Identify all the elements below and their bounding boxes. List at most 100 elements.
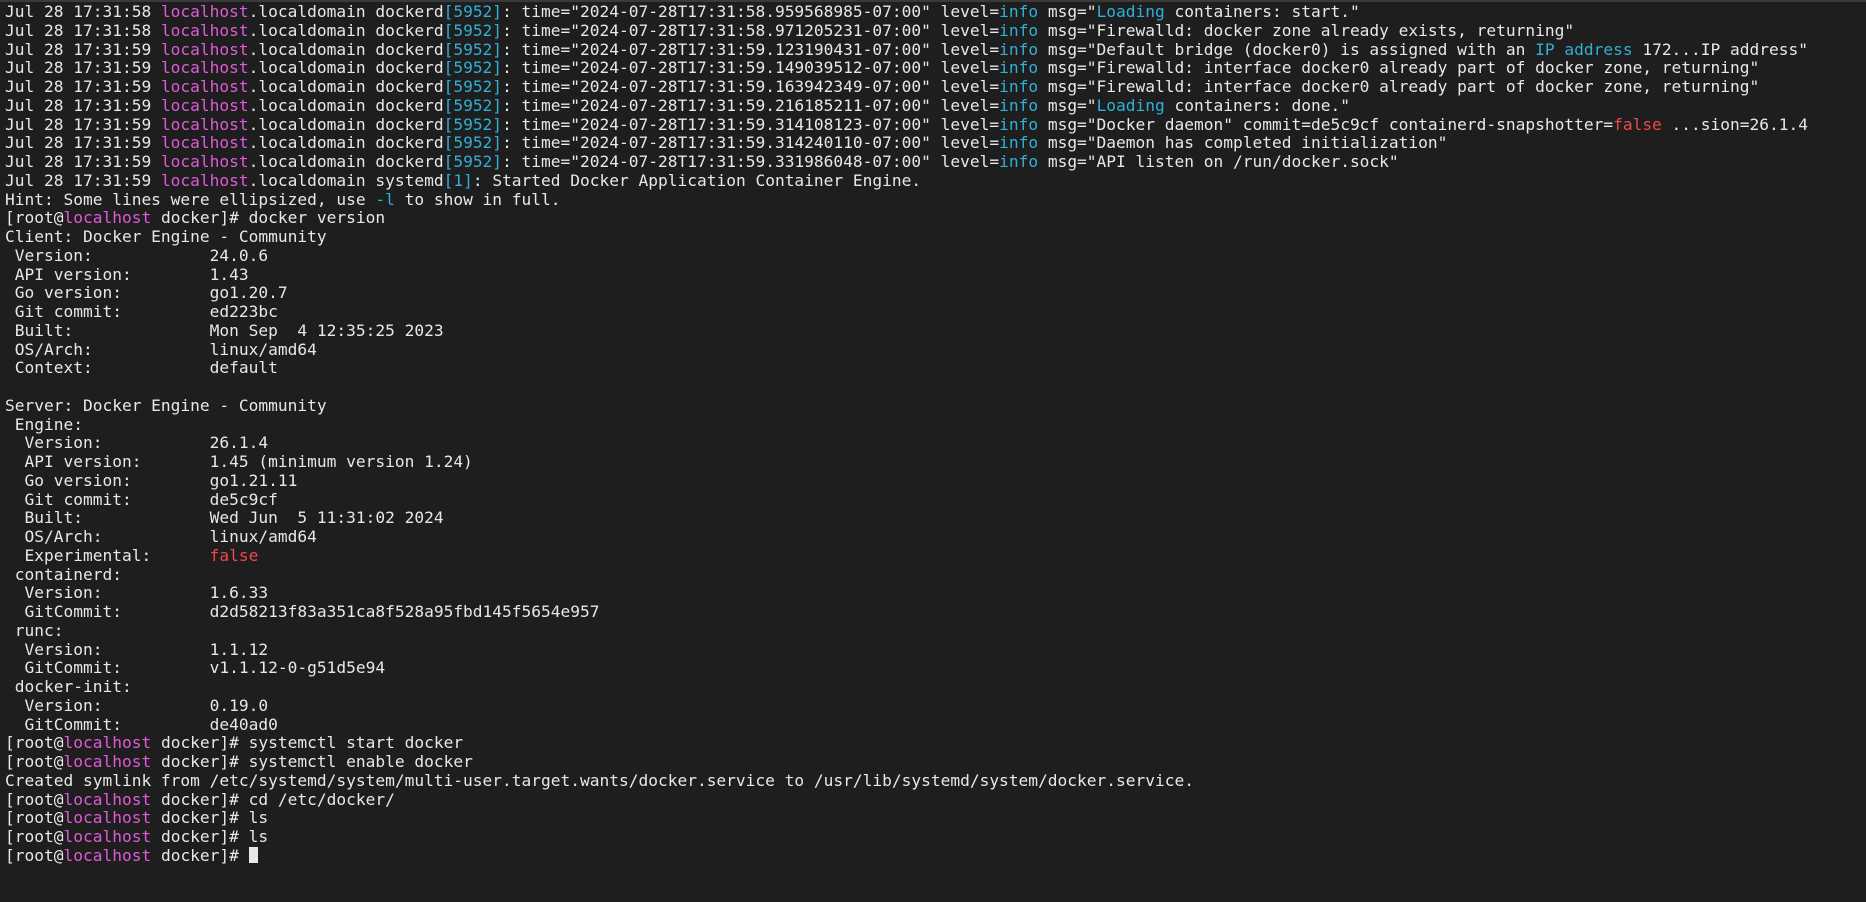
log-process: .localdomain dockerd <box>248 153 444 171</box>
log-time: : time="2024-07-28T17:31:59.163942349-07… <box>502 78 1000 96</box>
log-message: msg="Daemon has completed initialization… <box>1038 134 1448 153</box>
kv-key: OS/Arch: <box>5 528 210 546</box>
log-level: info <box>999 78 1039 96</box>
kv-value: false <box>209 546 259 565</box>
kv-key: GitCommit: <box>5 603 210 621</box>
log-host: localhost <box>160 115 249 134</box>
window-top-border <box>0 0 1866 2</box>
containerd-row: GitCommit: d2d58213f83a351ca8f528a95fbd1… <box>5 603 1861 622</box>
kv-key: Version: <box>5 246 210 265</box>
prompt-user: [root@ <box>5 790 64 809</box>
log-level: info <box>999 153 1039 171</box>
log-time: : time="2024-07-28T17:31:59.331986048-07… <box>502 153 1000 171</box>
prompt-line: [root@localhost docker]# docker version <box>5 209 1861 228</box>
prompt-line: [root@localhost docker]# ls <box>5 809 1861 828</box>
prompt-user: [root@ <box>5 809 64 828</box>
log-timestamp: Jul 28 17:31:59 <box>5 134 161 153</box>
kv-key: Experimental: <box>5 546 210 565</box>
client-header: Client: Docker Engine - Community <box>5 228 1861 247</box>
log-host: localhost <box>160 40 249 59</box>
log-message: msg="Firewalld: interface docker0 alread… <box>1038 59 1760 78</box>
hint-flag: -l <box>375 190 395 209</box>
text-cursor[interactable] <box>248 846 258 863</box>
kv-value: go1.21.11 <box>209 471 298 490</box>
engine-row: Built: Wed Jun 5 11:31:02 2024 <box>5 509 1861 528</box>
prompt-dir: docker]# <box>151 790 249 809</box>
prompt-line: [root@localhost docker]# systemctl enabl… <box>5 753 1861 772</box>
prompt-dir: docker]# <box>151 209 249 228</box>
symlink-output-text: Created symlink from /etc/systemd/system… <box>5 771 1194 790</box>
log-process: .localdomain systemd <box>248 171 444 190</box>
client-row: Built: Mon Sep 4 12:35:25 2023 <box>5 322 1861 341</box>
prompt-host: localhost <box>63 846 152 865</box>
log-message: msg="Firewalld: interface docker0 alread… <box>1038 78 1760 96</box>
kv-key: Git commit: <box>5 303 210 321</box>
prompt-dir: docker]# <box>151 734 249 753</box>
log-pid: [1] <box>443 171 473 190</box>
kv-key: GitCommit: <box>5 715 210 734</box>
log-process: .localdomain dockerd <box>248 115 444 134</box>
log-message: ...sion=26.1.4 <box>1661 115 1808 134</box>
kv-key: GitCommit: <box>5 659 210 678</box>
log-timestamp: Jul 28 17:31:59 <box>5 96 161 115</box>
kv-value: 1.6.33 <box>209 584 269 603</box>
log-time: : time="2024-07-28T17:31:58.971205231-07… <box>502 21 1000 40</box>
client-row: Context: default <box>5 359 1861 378</box>
client-row: Go version: go1.20.7 <box>5 284 1861 303</box>
kv-key: Context: <box>5 359 210 378</box>
log-message-highlight: IP address <box>1535 40 1633 59</box>
kv-value: de40ad0 <box>209 715 278 734</box>
kv-value: linux/amd64 <box>209 340 317 359</box>
prompt-line: [root@localhost docker]# cd /etc/docker/ <box>5 791 1861 810</box>
kv-value: 0.19.0 <box>209 696 269 715</box>
runc-row: Version: 1.1.12 <box>5 641 1861 660</box>
log-host: localhost <box>160 3 249 21</box>
log-message-highlight: Loading <box>1096 96 1165 115</box>
log-line: Jul 28 17:31:59 localhost.localdomain do… <box>5 116 1861 135</box>
log-host: localhost <box>160 21 249 40</box>
kv-value: linux/amd64 <box>209 528 317 546</box>
log-process: .localdomain dockerd <box>248 3 444 21</box>
engine-header: Engine: <box>5 416 1861 435</box>
log-host: localhost <box>160 59 249 78</box>
log-process: .localdomain dockerd <box>248 134 444 153</box>
kv-value: d2d58213f83a351ca8f528a95fbd145f5654e957 <box>209 603 600 621</box>
prompt-host: localhost <box>63 209 152 228</box>
log-message: msg="Default bridge (docker0) is assigne… <box>1038 40 1536 59</box>
log-level: info <box>999 21 1039 40</box>
terminal-output[interactable]: Jul 28 17:31:58 localhost.localdomain do… <box>5 3 1861 898</box>
log-pid: [5952] <box>443 78 503 96</box>
command-text: cd /etc/docker/ <box>248 790 395 809</box>
engine-row: Experimental: false <box>5 547 1861 566</box>
prompt-user: [root@ <box>5 209 64 228</box>
containerd-header: containerd: <box>5 566 1861 585</box>
log-message: 172...IP address" <box>1632 40 1809 59</box>
kv-key: Version: <box>5 640 210 659</box>
log-message-highlight: Loading <box>1096 3 1165 21</box>
kv-value: v1.1.12-0-g51d5e94 <box>209 659 386 678</box>
log-host: localhost <box>160 78 249 96</box>
runc-header: runc: <box>5 622 1861 641</box>
kv-key: Go version: <box>5 471 210 490</box>
command-text: systemctl start docker <box>248 734 464 753</box>
log-line: Jul 28 17:31:59 localhost.localdomain do… <box>5 153 1861 172</box>
log-message: msg=" <box>1038 3 1097 21</box>
log-line: Jul 28 17:31:59 localhost.localdomain do… <box>5 41 1861 60</box>
engine-row: Version: 26.1.4 <box>5 434 1861 453</box>
kv-value: 26.1.4 <box>209 434 269 453</box>
log-process: .localdomain dockerd <box>248 21 444 40</box>
kv-key: Version: <box>5 696 210 715</box>
kv-value: 1.43 <box>209 265 249 284</box>
docker-init-header-text: docker-init: <box>5 678 132 696</box>
log-pid: [5952] <box>443 59 503 78</box>
server-header-text: Server: Docker Engine - Community <box>5 396 327 415</box>
log-line: Jul 28 17:31:59 localhost.localdomain do… <box>5 78 1861 97</box>
engine-row: Git commit: de5c9cf <box>5 491 1861 510</box>
hint-text: Hint: Some lines were ellipsized, use <box>5 190 376 209</box>
client-row: Version: 24.0.6 <box>5 247 1861 266</box>
log-pid: [5952] <box>443 134 503 153</box>
log-host: localhost <box>160 153 249 171</box>
log-host: localhost <box>160 171 249 190</box>
docker-init-row: GitCommit: de40ad0 <box>5 716 1861 735</box>
